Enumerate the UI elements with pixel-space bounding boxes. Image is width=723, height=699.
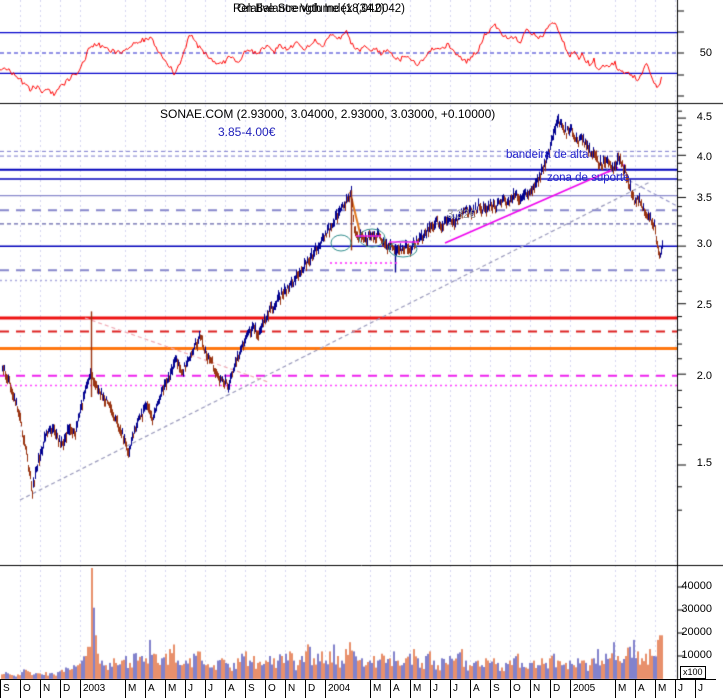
x-axis-month-label: M	[370, 680, 390, 698]
price-axis-label: 1.5	[696, 457, 712, 469]
price-axis-label: 2.5	[696, 299, 712, 311]
volume-axis-label: 30000	[681, 603, 712, 615]
x-axis-month-label: S	[0, 680, 20, 698]
x-axis-month-row: S O N D 2003 M A M J J A S O N D 2004 M A M J J A S O N D 2005 M A M J…	[0, 679, 716, 699]
x-axis-month-label: M	[655, 680, 675, 698]
chart-canvas	[0, 0, 723, 699]
x-axis-month-label: J	[695, 680, 716, 698]
x-axis-month-label: 2005	[570, 680, 615, 698]
x-axis-month-label: M	[410, 680, 430, 698]
annotation-bull-flag: bandeira de alta	[506, 149, 589, 161]
x-axis-month-label: J	[675, 680, 695, 698]
x-axis-month-label: O	[265, 680, 285, 698]
volume-axis-label: 40000	[681, 580, 712, 592]
x-axis-month-label: A	[225, 680, 245, 698]
x-axis-month-label: D	[550, 680, 570, 698]
x-axis-month-label: A	[145, 680, 165, 698]
x-axis-month-label: O	[20, 680, 40, 698]
volume-axis-label: 20000	[681, 626, 712, 638]
x-axis-month-label: 2004	[325, 680, 370, 698]
x-axis-month-label: N	[40, 680, 60, 698]
price-chart-title: SONAE.COM (2.93000, 3.04000, 2.93000, 3.…	[160, 107, 496, 121]
x-axis-month-label: O	[510, 680, 530, 698]
x-axis-month-label: M	[125, 680, 145, 698]
x-axis-month-label: N	[530, 680, 550, 698]
x-axis-month-label: 2003	[80, 680, 125, 698]
rsi-title-overlay-2: On Balance Volume (18,042)	[237, 3, 385, 15]
annotation-price-level: 3.32€	[447, 209, 476, 221]
rsi-axis-label-50: 50	[699, 47, 712, 59]
price-target-note: 3.85-4.00€	[218, 125, 276, 139]
chart-window: Relative Strength Index (34.0042) On Bal…	[0, 0, 723, 699]
x-axis-month-label: J	[205, 680, 225, 698]
x-axis-month-label: S	[490, 680, 510, 698]
price-axis-label: 4.0	[696, 151, 712, 163]
x-axis-month-label: A	[390, 680, 410, 698]
x-axis-month-label: D	[305, 680, 325, 698]
x-axis-month-label: A	[635, 680, 655, 698]
x-axis-month-label: D	[60, 680, 80, 698]
x-axis-month-label: M	[615, 680, 635, 698]
volume-axis-label: 10000	[681, 649, 712, 661]
x-axis-month-label: S	[245, 680, 265, 698]
price-axis-label: 2.0	[696, 370, 712, 382]
annotation-support-zone: zona de suporte	[547, 172, 630, 184]
price-axis-label: 3.0	[696, 238, 712, 250]
x-axis-month-label: M	[165, 680, 185, 698]
volume-unit-label: x100	[680, 666, 706, 679]
x-axis-month-label: N	[285, 680, 305, 698]
price-axis-label: 3.5	[696, 192, 712, 204]
price-axis-label: 4.5	[696, 111, 712, 123]
x-axis-month-label: J	[450, 680, 470, 698]
x-axis-month-label: J	[430, 680, 450, 698]
x-axis-month-label: J	[185, 680, 205, 698]
x-axis-month-label: A	[470, 680, 490, 698]
